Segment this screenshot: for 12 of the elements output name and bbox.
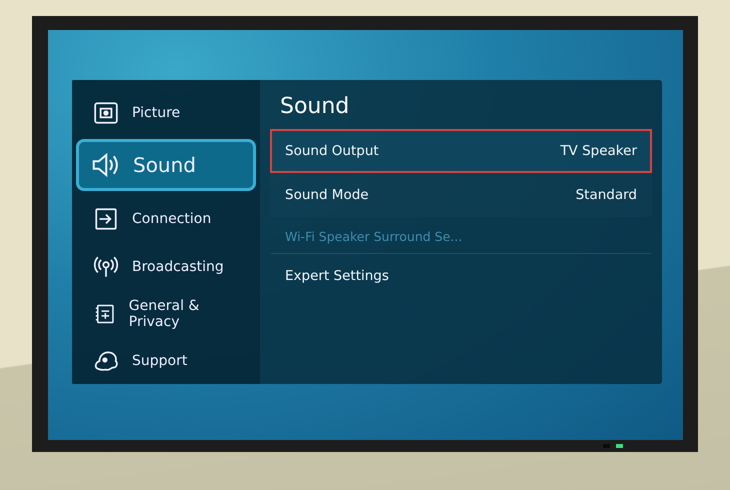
sidebar-item[interactable]: Picture [76,90,256,136]
antenna-icon [93,254,119,280]
menu-option[interactable]: Sound Output TV Speaker [270,129,652,173]
panel-title: Sound [280,94,350,119]
sidebar-item[interactable]: Support [76,338,256,384]
sidebar-item[interactable]: Broadcasting [76,244,256,290]
sidebar-item[interactable]: Connection [76,196,256,242]
power-light-icon [616,444,623,448]
picture-frame-icon [93,100,119,126]
sidebar-item[interactable]: General & Privacy [76,291,256,337]
menu-option[interactable]: Expert Settings [270,254,652,298]
sidebar-item[interactable]: Sound [76,139,256,191]
